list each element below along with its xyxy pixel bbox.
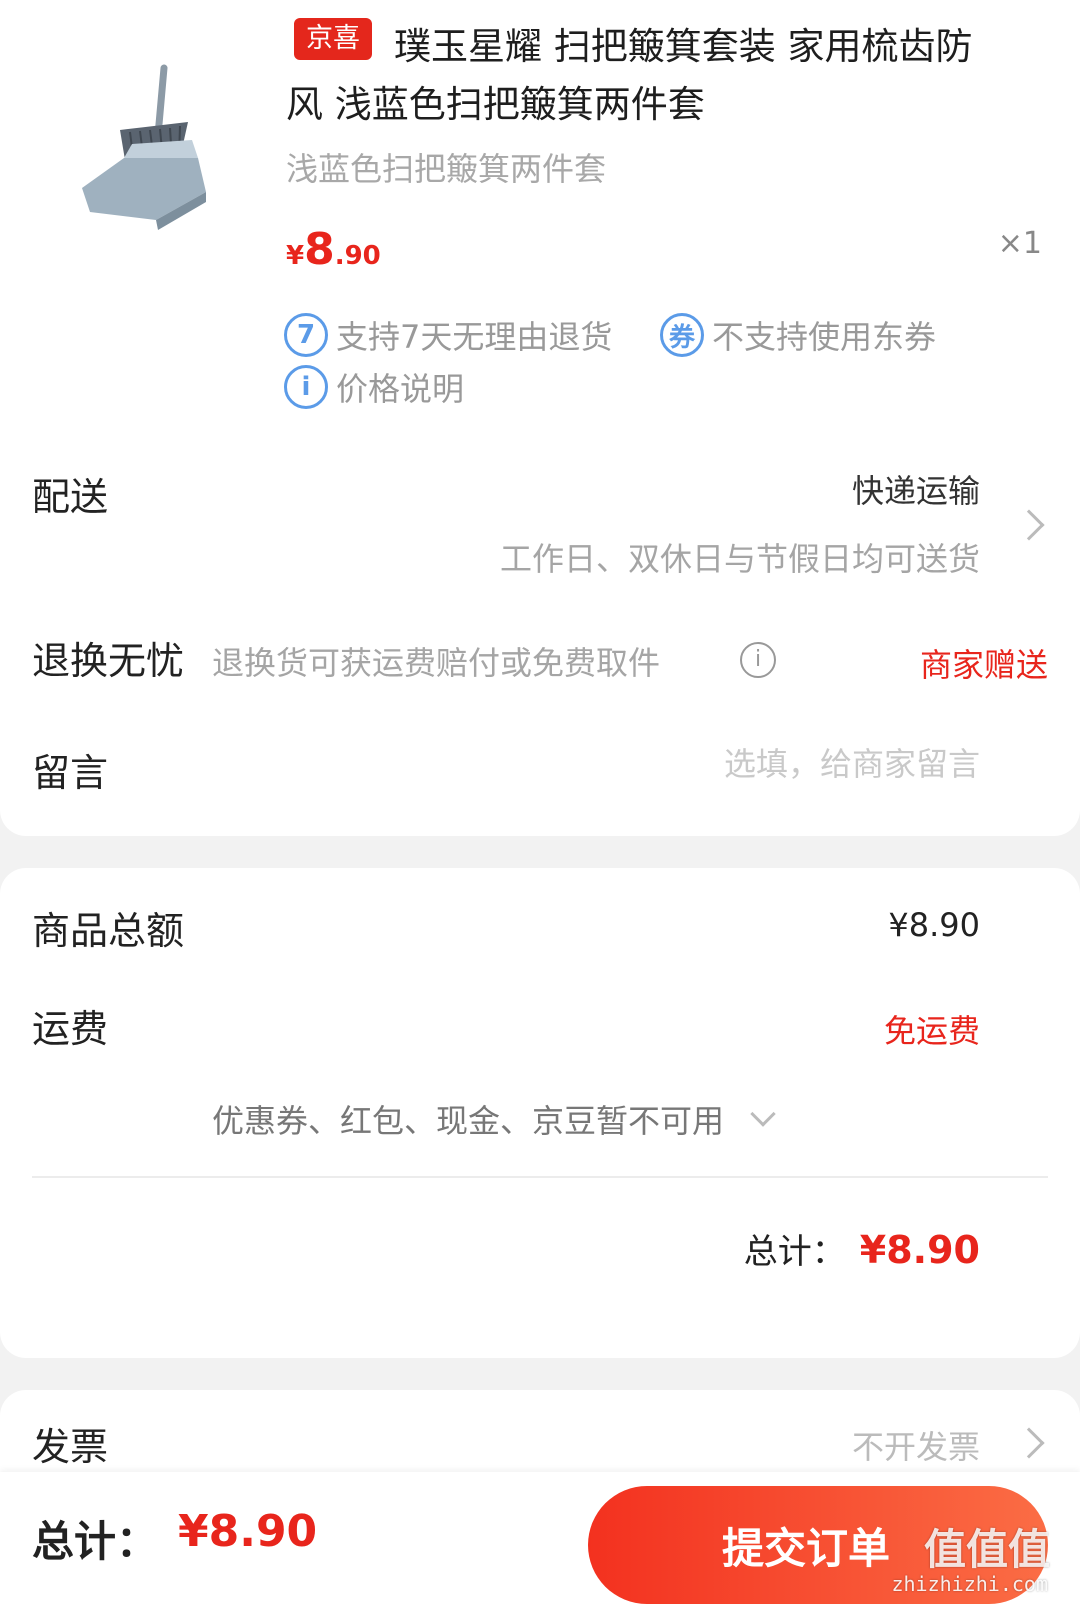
total-value: ¥8.90: [859, 1228, 980, 1272]
coupon-unavailable-text: 优惠券、红包、现金、京豆暂不可用: [212, 1102, 725, 1140]
order-total: 总计： ¥8.90: [744, 1224, 980, 1273]
seven-day-return-icon: 7: [284, 313, 328, 357]
invoice-value[interactable]: 不开发票: [852, 1422, 980, 1468]
coupon-icon: 券: [660, 313, 704, 357]
watermark-logo: 值值值: [923, 1525, 1050, 1574]
return-service-label: 退换无忧: [32, 639, 185, 683]
price-integer: 8: [304, 224, 335, 275]
product-title-line-1[interactable]: 璞玉星耀 扫把簸箕套装 家用梳齿防: [394, 16, 973, 70]
broom-dustpan-icon[interactable]: [60, 40, 260, 240]
total-label: 总计：: [743, 1232, 846, 1272]
return-service-desc: 退换货可获运费赔付或免费取件: [212, 644, 661, 682]
delivery-schedule[interactable]: 工作日、双休日与节假日均可送货: [500, 534, 980, 580]
delivery-label: 配送: [32, 475, 109, 519]
delivery-method[interactable]: 快递运输: [852, 466, 980, 512]
jingxi-tag: 京喜: [294, 18, 372, 60]
coupon-unavailable-toggle[interactable]: 优惠券、红包、现金、京豆暂不可用: [212, 1096, 776, 1142]
checkout-total-label: 总计：: [32, 1517, 159, 1566]
goods-total-label: 商品总额: [32, 909, 185, 953]
message-label: 留言: [32, 751, 109, 795]
product-quantity: ×1: [997, 226, 1042, 261]
price-summary-card: 商品总额 ¥8.90 运费 免运费 优惠券、红包、现金、京豆暂不可用 总计： ¥…: [0, 868, 1080, 1358]
shipping-fee-label: 运费: [32, 1007, 109, 1051]
badge-label: 价格说明: [336, 370, 465, 408]
watermark-url: zhizhizhi.com: [891, 1572, 1048, 1596]
chevron-right-icon[interactable]: [1013, 509, 1045, 541]
coupon-policy-badge[interactable]: 券 不支持使用东券: [660, 312, 936, 358]
badge-label: 支持7天无理由退货: [336, 318, 613, 356]
shipping-fee-value: 免运费: [883, 1012, 980, 1050]
chevron-right-icon[interactable]: [1013, 1427, 1045, 1459]
badge-label: 不支持使用东券: [712, 318, 937, 356]
merchant-gift-label: 商家赠送: [919, 646, 1048, 684]
product-sku: 浅蓝色扫把簸箕两件套: [286, 150, 607, 188]
goods-total-value: ¥8.90: [888, 906, 980, 944]
invoice-label: 发票: [32, 1425, 109, 1469]
price-currency: ¥: [286, 241, 305, 271]
product-title-line-2[interactable]: 风 浅蓝色扫把簸箕两件套: [286, 74, 705, 128]
checkout-total-value: ¥8.90: [178, 1506, 318, 1557]
return-policy-badge[interactable]: 7 支持7天无理由退货: [284, 312, 612, 358]
message-input[interactable]: [560, 740, 980, 788]
price-decimal: .90: [334, 241, 381, 271]
divider: [32, 1176, 1048, 1178]
info-icon: i: [284, 365, 328, 409]
product-price: ¥8.90: [286, 224, 381, 275]
price-note-badge[interactable]: i 价格说明: [284, 364, 464, 410]
chevron-down-icon: [750, 1101, 776, 1127]
order-item-card: 京喜 璞玉星耀 扫把簸箕套装 家用梳齿防 风 浅蓝色扫把簸箕两件套 浅蓝色扫把簸…: [0, 0, 1080, 836]
info-icon[interactable]: i: [740, 642, 776, 678]
